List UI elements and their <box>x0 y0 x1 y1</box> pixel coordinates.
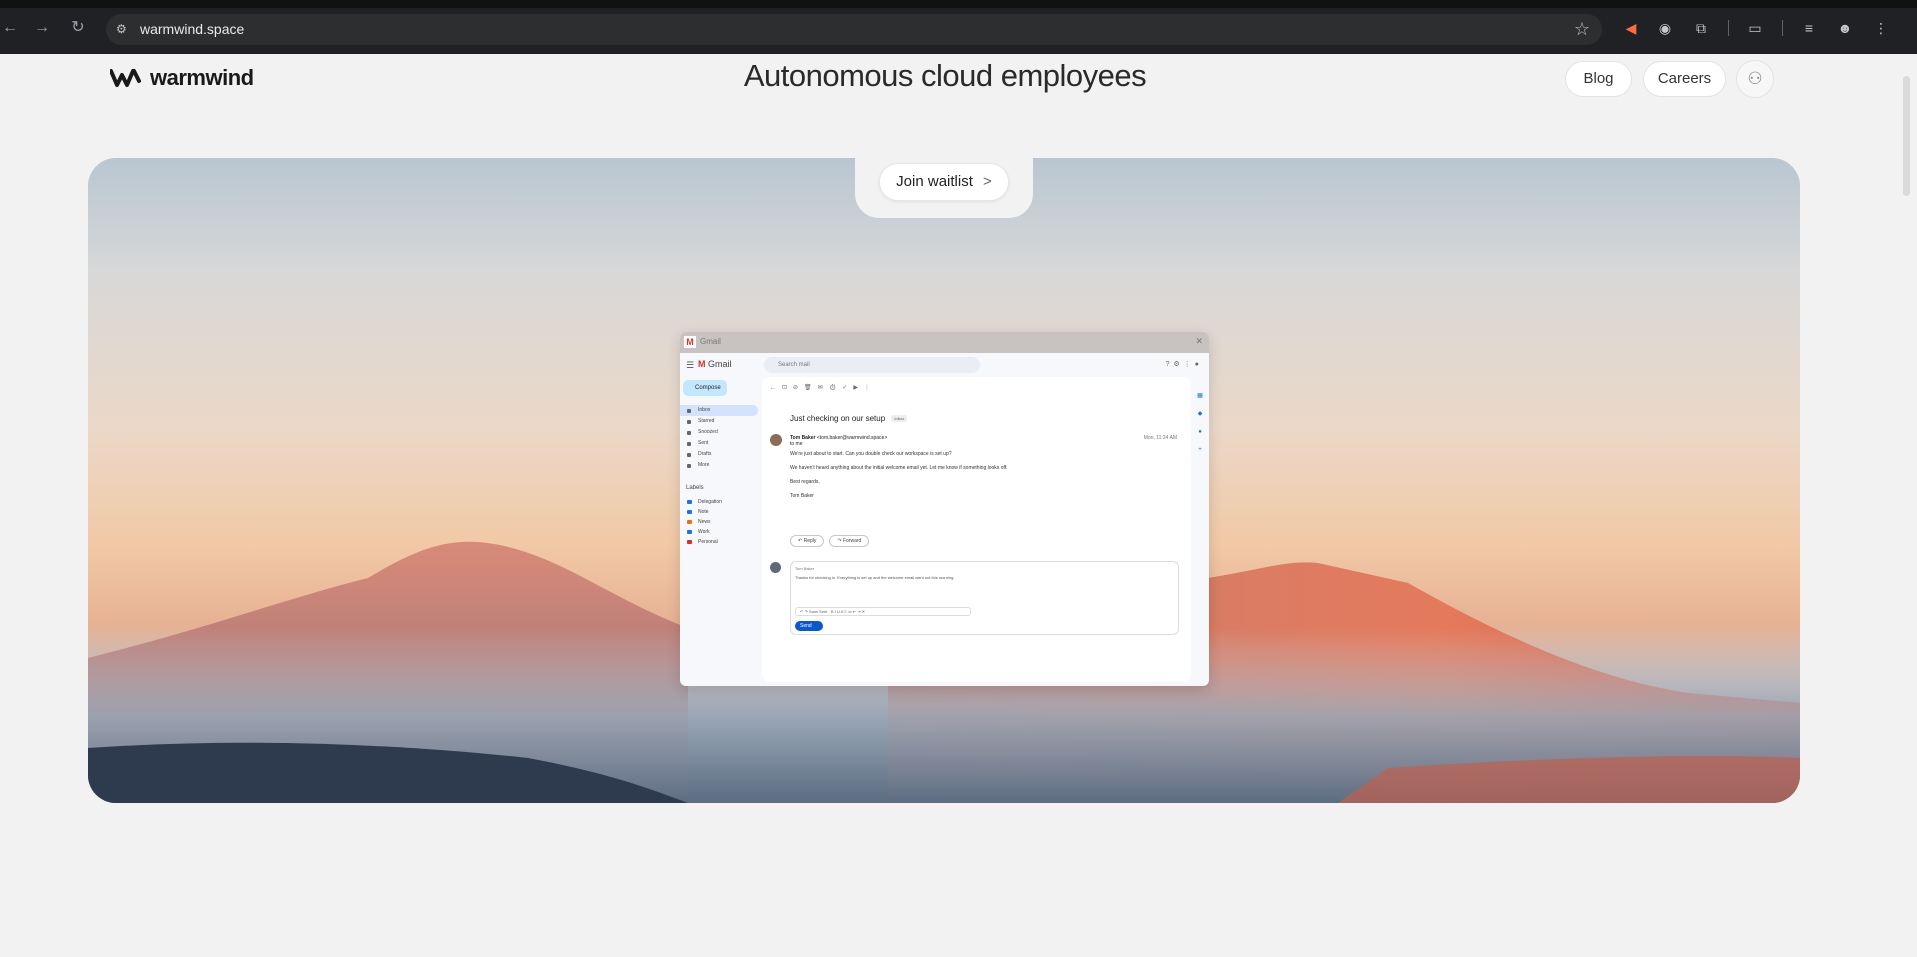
gmail-subject: Just checking on our setup Inbox <box>790 414 908 423</box>
gmail-reply-label: Reply <box>803 538 817 544</box>
gmail-reply-buttons: ↶ Reply ↷ Forward <box>790 535 870 547</box>
tab-search-icon[interactable]: ▭ <box>1746 19 1764 37</box>
page-headline: Autonomous cloud employees <box>743 58 1147 93</box>
gmail-search-input: Search mail <box>764 357 980 373</box>
gmail-side-rail: ▦ ◆ ● + <box>1197 393 1203 453</box>
gmail-folder-item: Snoozed <box>680 427 758 438</box>
gmail-body: We're just about to start. Can you doubl… <box>790 451 1020 507</box>
gmail-label-item: Work <box>680 527 758 537</box>
address-bar[interactable]: ⚙ warmwind.space ☆ <box>106 14 1602 45</box>
account-user-icon[interactable]: ⚇ <box>1736 60 1774 98</box>
label-color-icon <box>687 540 692 544</box>
gmail-body-paragraph: Tom Baker <box>790 493 814 499</box>
toolbar-separator <box>1728 20 1729 36</box>
gmail-label-item: Delegation <box>680 497 758 507</box>
reply-avatar <box>770 562 781 573</box>
gmail-folder-item: Drafts <box>680 449 758 460</box>
chevron-right-icon: > <box>983 173 992 190</box>
gmail-folder-item: More <box>680 460 758 471</box>
gmail-inbox-tag: Inbox <box>891 415 908 423</box>
gmail-label-name: Work <box>698 529 710 535</box>
sender-avatar <box>770 434 782 446</box>
gmail-sender-address: <tom.baker@warmwind.space> <box>816 435 888 441</box>
close-icon: ✕ <box>1195 336 1203 346</box>
reading-list-icon[interactable]: ≡ <box>1800 19 1818 37</box>
gmail-label-item: News <box>680 517 758 527</box>
gmail-favicon-icon: M <box>684 336 696 348</box>
warmwind-logo-icon <box>110 69 141 87</box>
gmail-label-item: Note <box>680 507 758 517</box>
gmail-format-toolbar: ↶ ↷ Sans Serif · B I U A ≡ ≔ ⇤ ⇥ ✕ <box>795 607 971 616</box>
extension-icon-2[interactable]: ◉ <box>1656 19 1674 37</box>
gmail-send-button: Send <box>795 621 823 631</box>
page-scrollbar[interactable] <box>1897 54 1917 957</box>
gmail-sender-to: to me <box>790 441 803 447</box>
url-text: warmwind.space <box>140 21 245 37</box>
gmail-body-paragraph: We're just about to start. Can you doubl… <box>790 451 952 457</box>
gmail-body-paragraph: We haven't heard anything about the init… <box>790 465 1008 471</box>
careers-link[interactable]: Careers <box>1643 61 1726 97</box>
gmail-label-list: Delegation Note News Work Personal <box>680 497 758 547</box>
extensions-puzzle-icon[interactable]: ⧉ <box>1692 19 1710 37</box>
gmail-window-titlebar: M Gmail ✕ <box>680 332 1209 353</box>
join-waitlist-label: Join waitlist <box>896 173 973 190</box>
hamburger-menu-icon: ☰ <box>686 360 695 370</box>
gmail-date: Mon, 11:24 AM <box>1143 435 1177 441</box>
gmail-label-name: Personal <box>698 539 718 545</box>
blog-link[interactable]: Blog <box>1565 61 1632 97</box>
gmail-labels-title: Labels <box>686 485 704 491</box>
logo-wordmark: warmwind <box>150 65 254 90</box>
label-color-icon <box>687 530 692 534</box>
gmail-header: ☰ M Gmail Search mail ?⚙⋮● <box>680 353 1209 377</box>
tab-strip <box>0 0 1917 8</box>
gmail-compose-button: Compose <box>683 380 727 396</box>
extension-icon-1[interactable]: ◀ <box>1622 19 1640 37</box>
gmail-label-name: Note <box>698 509 709 515</box>
gmail-tab-title: Gmail <box>700 337 721 346</box>
menu-kebab-icon[interactable]: ⋮ <box>1872 19 1890 37</box>
site-logo[interactable]: warmwind <box>110 64 254 92</box>
gmail-forward-label: Forward <box>842 538 862 544</box>
gmail-label-name: Delegation <box>698 499 722 505</box>
gmail-brand-label: Gmail <box>708 359 732 369</box>
browser-chrome: ← → ↻ ⚙ warmwind.space ☆ ◀ ◉ ⧉ ▭ ≡ ☻ ⋮ <box>0 0 1917 54</box>
label-color-icon <box>687 500 692 504</box>
toolbar-separator <box>1782 20 1783 36</box>
gmail-message-pane: ←⊡⊘🗑✉⏱✓▶⋮ Just checking on our setup Inb… <box>762 377 1191 682</box>
gmail-reply-text: Thanks for checking in. Everything is se… <box>795 575 955 580</box>
scrollbar-thumb[interactable] <box>1903 76 1910 196</box>
gmail-sidebar: Compose Inbox Starred Snoozed Sent Draft… <box>680 377 762 686</box>
gmail-folder-item: Sent <box>680 438 758 449</box>
gmail-message-toolbar: ←⊡⊘🗑✉⏱✓▶⋮ <box>770 385 876 391</box>
gmail-sender: Tom Baker <tom.baker@warmwind.space> to … <box>790 435 887 447</box>
gmail-forward-button: ↷ Forward <box>829 535 870 547</box>
gmail-logo-icon: M <box>698 359 706 369</box>
bookmark-star-icon[interactable]: ☆ <box>1574 19 1590 39</box>
forward-arrow-icon[interactable]: → <box>32 18 52 38</box>
gmail-preview-window: M Gmail ✕ ☰ M Gmail Search mail ?⚙⋮● Com… <box>680 332 1209 686</box>
gmail-reply-box: Tom Baker Thanks for checking in. Everyt… <box>790 561 1179 635</box>
back-arrow-icon[interactable]: ← <box>0 18 20 38</box>
gmail-brand: M Gmail <box>698 359 732 369</box>
site-info-icon[interactable]: ⚙ <box>116 21 134 37</box>
gmail-subject-text: Just checking on our setup <box>790 414 886 423</box>
reload-icon[interactable]: ↻ <box>68 18 88 38</box>
gmail-label-name: News <box>698 519 711 525</box>
label-color-icon <box>687 510 692 514</box>
label-color-icon <box>687 520 692 524</box>
profile-icon[interactable]: ☻ <box>1836 19 1854 37</box>
gmail-reply-to: Tom Baker <box>795 566 815 571</box>
gmail-label-item: Personal <box>680 537 758 547</box>
gmail-reply-button: ↶ Reply <box>790 535 825 547</box>
gmail-folder-list: Inbox Starred Snoozed Sent Drafts More <box>680 405 758 471</box>
gmail-folder-item: Starred <box>680 416 758 427</box>
gmail-folder-item: Inbox <box>680 405 758 416</box>
gmail-header-icons: ?⚙⋮● <box>1165 361 1203 368</box>
join-waitlist-button[interactable]: Join waitlist > <box>879 163 1009 201</box>
gmail-body-paragraph: Best regards, <box>790 479 820 485</box>
